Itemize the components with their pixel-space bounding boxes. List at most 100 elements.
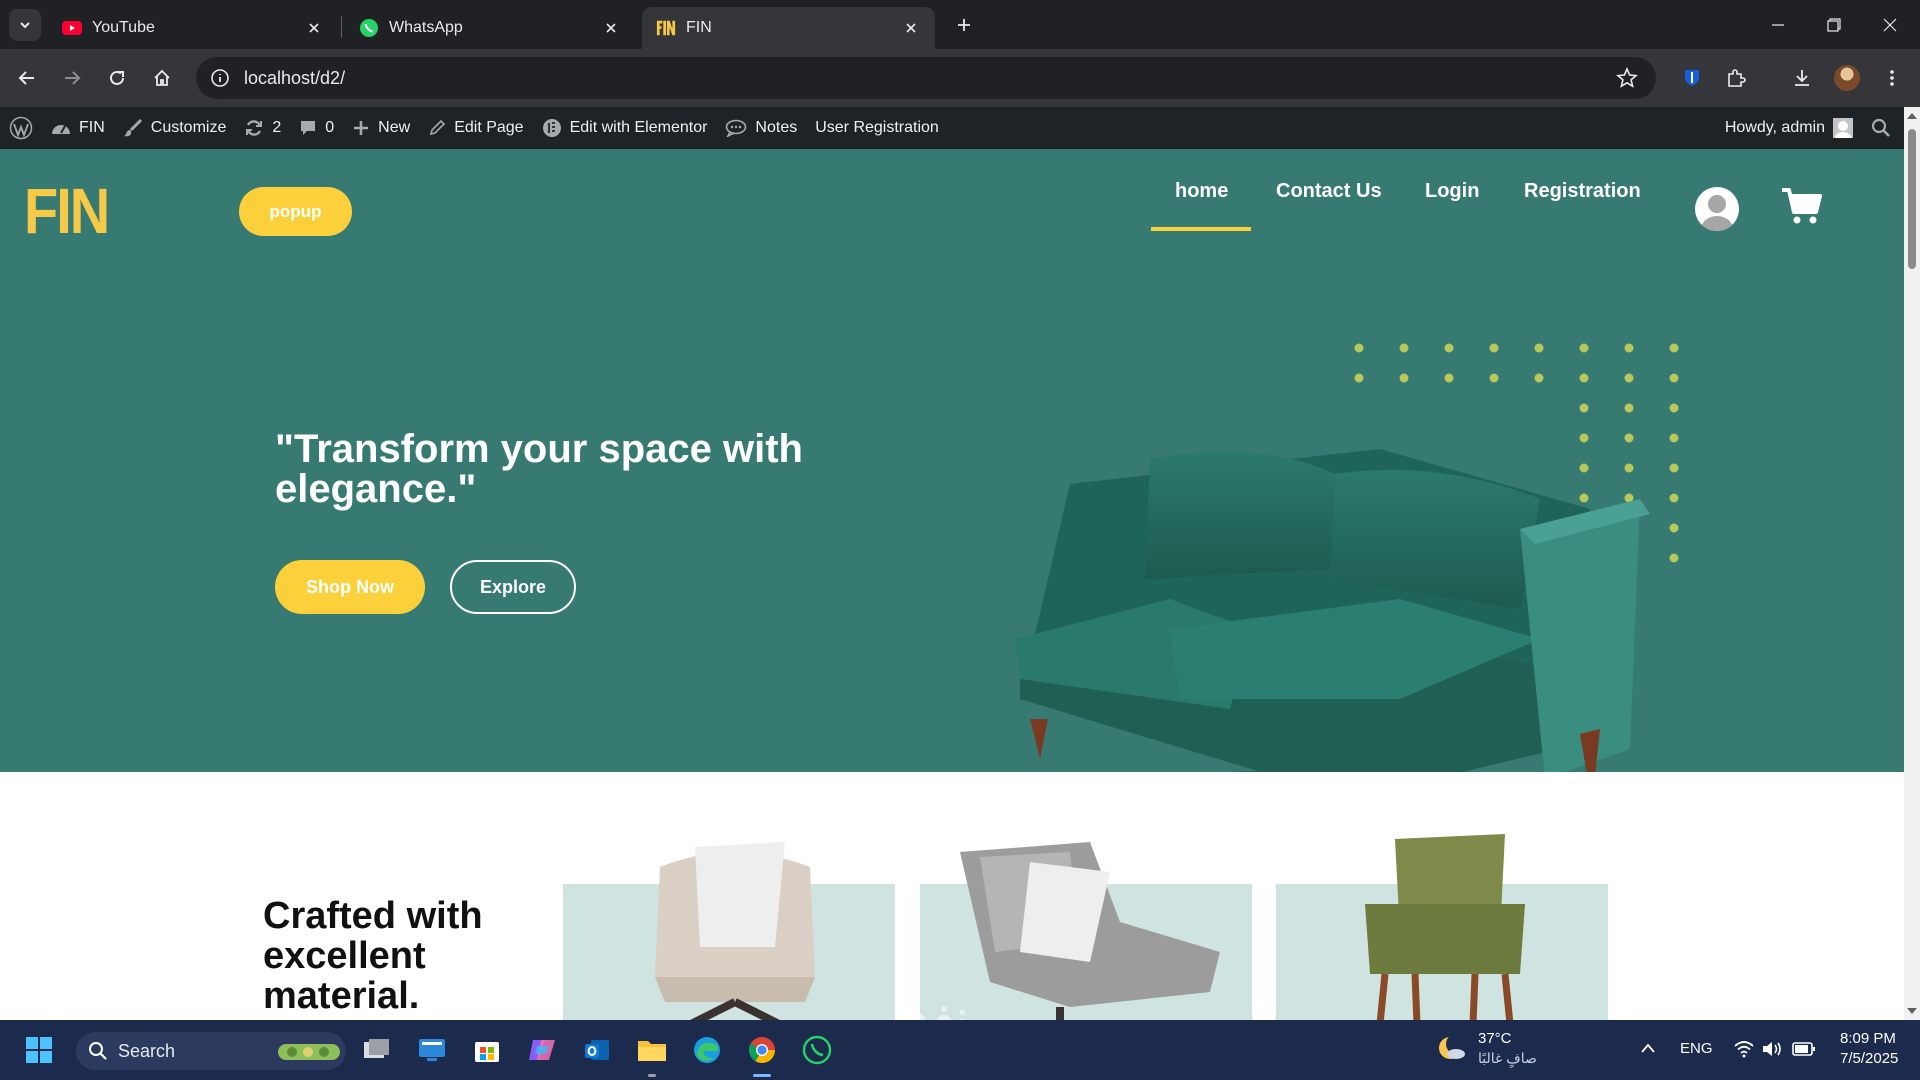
forward-button[interactable] [54, 60, 90, 96]
outlook-button[interactable] [580, 1033, 614, 1067]
updates-link[interactable]: 2 [235, 107, 290, 149]
tab-search-button[interactable] [9, 9, 41, 41]
task-view-icon [364, 1039, 389, 1058]
weather-temperature[interactable]: 37°C [1478, 1030, 1512, 1047]
bitwarden-extension-button[interactable] [1674, 60, 1710, 96]
outlook-icon [585, 1040, 609, 1060]
chevron-down-icon [20, 22, 30, 29]
reload-button[interactable] [99, 60, 135, 96]
clock-date[interactable]: 7/5/2025 [1840, 1050, 1898, 1067]
file-explorer-button[interactable] [635, 1033, 669, 1067]
wordpress-logo-button[interactable] [0, 107, 42, 149]
minimize-button[interactable] [1750, 0, 1806, 49]
copilot-button[interactable] [525, 1033, 559, 1067]
monitor-app-icon [419, 1039, 445, 1061]
user-account-icon[interactable] [1695, 187, 1739, 231]
materials-section: Crafted with excellent material. [0, 772, 1904, 1020]
windows-taskbar: Search 37°C صافٍ غالبًا ENG 8:09 PM 7/5/… [0, 1020, 1920, 1080]
battery-icon[interactable] [1792, 1040, 1816, 1058]
edit-page-link[interactable]: Edit Page [419, 107, 532, 149]
page-scrollbar[interactable] [1904, 107, 1920, 1020]
volume-icon[interactable] [1762, 1040, 1784, 1058]
shield-icon [1685, 70, 1699, 86]
youtube-icon [62, 18, 82, 38]
tab-whatsapp[interactable]: WhatsApp [345, 7, 635, 49]
new-content-link[interactable]: New [343, 107, 419, 149]
customize-label: Customize [150, 119, 227, 136]
shop-now-button[interactable]: Shop Now [275, 560, 425, 614]
user-registration-label: User Registration [815, 119, 939, 136]
comments-link[interactable]: 0 [290, 107, 343, 149]
notes-link[interactable]: Notes [716, 107, 806, 149]
brush-icon [123, 118, 143, 138]
chevron-up-icon[interactable] [1640, 1042, 1656, 1054]
wifi-icon[interactable] [1734, 1040, 1754, 1058]
admin-search-button[interactable] [1862, 107, 1900, 149]
close-icon[interactable] [901, 18, 921, 38]
download-icon [1795, 70, 1809, 86]
my-account-link[interactable]: Howdy, admin [1716, 107, 1862, 149]
scrollbar-thumb[interactable] [1908, 129, 1916, 269]
search-highlight-icon [278, 1044, 340, 1060]
decorative-dot [1669, 553, 1679, 563]
downloads-button[interactable] [1784, 60, 1820, 96]
widgets-app-button[interactable] [415, 1033, 449, 1067]
explore-button[interactable]: Explore [450, 560, 576, 614]
language-indicator[interactable]: ENG [1680, 1040, 1713, 1057]
bookmark-star-icon[interactable] [1616, 67, 1638, 89]
home-button[interactable] [144, 60, 180, 96]
clock-time[interactable]: 8:09 PM [1840, 1030, 1896, 1047]
start-button[interactable] [22, 1033, 56, 1067]
tab-fin[interactable]: FIN [642, 7, 935, 49]
arrow-left-icon [18, 71, 34, 85]
fin-favicon [656, 18, 676, 38]
elementor-icon [542, 118, 562, 138]
taskbar-search[interactable]: Search [76, 1032, 346, 1070]
admin-site-name[interactable]: FIN [42, 107, 114, 149]
new-tab-button[interactable] [948, 9, 980, 41]
decorative-dot [1669, 463, 1679, 473]
edge-button[interactable] [690, 1033, 724, 1067]
shopping-cart-icon[interactable] [1782, 187, 1822, 225]
nav-contact-us[interactable]: Contact Us [1276, 180, 1382, 203]
home-icon [154, 69, 170, 86]
popup-button[interactable]: popup [239, 187, 352, 236]
whatsapp-icon [359, 18, 379, 38]
edit-elementor-link[interactable]: Edit with Elementor [533, 107, 717, 149]
edit-elementor-label: Edit with Elementor [569, 119, 708, 136]
comment-icon [299, 119, 317, 137]
url-text: localhost/d2/ [244, 67, 346, 88]
close-icon[interactable] [601, 18, 621, 38]
address-bar[interactable]: localhost/d2/ [196, 57, 1656, 99]
decorative-dot [1489, 343, 1499, 353]
admin-avatar [1833, 118, 1853, 138]
search-label: Search [118, 1040, 176, 1061]
howdy-label: Howdy, admin [1724, 119, 1825, 136]
nav-home[interactable]: home [1175, 180, 1228, 203]
edit-page-label: Edit Page [454, 119, 524, 136]
close-window-button[interactable] [1862, 0, 1918, 49]
chrome-button[interactable] [745, 1033, 779, 1067]
edge-icon [694, 1037, 720, 1063]
extensions-button[interactable] [1718, 60, 1754, 96]
close-icon[interactable] [304, 18, 324, 38]
scroll-down-arrow[interactable] [1907, 1008, 1917, 1014]
chrome-menu-button[interactable] [1874, 60, 1910, 96]
speech-bubble-icon [725, 119, 747, 137]
scroll-up-arrow[interactable] [1907, 113, 1917, 119]
user-registration-link[interactable]: User Registration [806, 107, 948, 149]
copilot-icon [529, 1040, 555, 1060]
back-button[interactable] [9, 60, 45, 96]
customize-link[interactable]: Customize [114, 107, 236, 149]
restore-button[interactable] [1806, 0, 1862, 49]
whatsapp-app-button[interactable] [800, 1033, 834, 1067]
nav-login[interactable]: Login [1425, 180, 1479, 203]
microsoft-store-button[interactable] [470, 1033, 504, 1067]
site-logo[interactable]: FIN [24, 173, 110, 248]
plus-icon [958, 19, 970, 31]
nav-registration[interactable]: Registration [1524, 180, 1641, 203]
whatsapp-icon [802, 1035, 832, 1065]
profile-avatar[interactable] [1834, 65, 1860, 91]
tab-youtube[interactable]: YouTube [48, 7, 338, 49]
task-view-button[interactable] [360, 1033, 394, 1067]
